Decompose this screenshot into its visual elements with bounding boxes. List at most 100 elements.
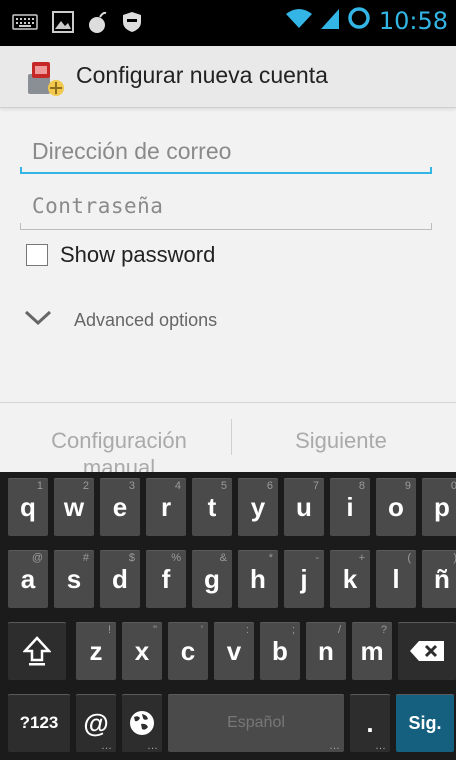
key-label: c xyxy=(180,635,196,666)
key-hint: $ xyxy=(128,552,135,564)
key-label: d xyxy=(112,563,128,594)
more-dots: … xyxy=(375,740,386,752)
clock: 10:58 xyxy=(378,6,448,35)
key-hint: / xyxy=(337,624,341,636)
keyboard-icon xyxy=(12,10,38,34)
key-label: f xyxy=(161,563,171,594)
key-hint: 0 xyxy=(450,480,456,492)
key-h[interactable]: h * xyxy=(238,550,278,608)
password-field[interactable]: Contraseña xyxy=(20,182,432,230)
shift-key[interactable] xyxy=(8,622,66,680)
key-m[interactable]: m? xyxy=(352,622,392,680)
key-label: v xyxy=(226,635,242,666)
key-q[interactable]: q1 xyxy=(8,478,48,536)
key-r[interactable]: r4 xyxy=(146,478,186,536)
key-g[interactable]: g & xyxy=(192,550,232,608)
key-k[interactable]: k + xyxy=(330,550,370,608)
key-hint: 5 xyxy=(220,480,227,492)
advanced-options-toggle[interactable]: Advanced options xyxy=(24,310,217,331)
notification-icons xyxy=(12,10,142,34)
key-t[interactable]: t5 xyxy=(192,478,232,536)
key-y[interactable]: y6 xyxy=(238,478,278,536)
key-label: s xyxy=(66,563,82,594)
key-a[interactable]: a @ xyxy=(8,550,48,608)
key-label: o xyxy=(388,491,404,522)
key-hint: - xyxy=(315,552,319,564)
status-bar: 10:58 xyxy=(0,0,456,46)
key-s[interactable]: s # xyxy=(54,550,94,608)
key-d[interactable]: d $ xyxy=(100,550,140,608)
key-v[interactable]: v: xyxy=(214,622,254,680)
key-label: j xyxy=(300,563,308,594)
key-label: p xyxy=(434,491,450,522)
at-key[interactable]: @… xyxy=(76,694,116,752)
password-underline xyxy=(20,223,432,230)
email-field[interactable]: Dirección de correo xyxy=(20,126,432,174)
key-label: y xyxy=(250,491,266,522)
key-label: r xyxy=(160,491,172,522)
show-password-row[interactable]: Show password xyxy=(26,242,215,268)
page-title: Configurar nueva cuenta xyxy=(76,62,328,88)
key-z[interactable]: z! xyxy=(76,622,116,680)
key-l[interactable]: l( xyxy=(376,550,416,608)
key-label: l xyxy=(392,563,400,594)
key-e[interactable]: e3 xyxy=(100,478,140,536)
key-i[interactable]: i8 xyxy=(330,478,370,536)
key-label: a xyxy=(20,563,36,594)
key-label: n xyxy=(318,635,334,666)
key-hint: 9 xyxy=(404,480,411,492)
symbols-key[interactable]: ?123 xyxy=(8,694,70,752)
key-label: t xyxy=(207,491,217,522)
key-label: ñ xyxy=(434,563,450,594)
key-label: x xyxy=(134,635,150,666)
key-hint: % xyxy=(171,552,181,564)
key-label: m xyxy=(360,635,384,666)
signal-icon xyxy=(320,7,339,34)
key-hint: 6 xyxy=(266,480,273,492)
key-c[interactable]: c ' xyxy=(168,622,208,680)
period-key[interactable]: .… xyxy=(350,694,390,752)
key-hint: 4 xyxy=(174,480,181,492)
key-b[interactable]: b; xyxy=(260,622,300,680)
key-j[interactable]: j- xyxy=(284,550,324,608)
next-button[interactable]: Siguiente xyxy=(234,427,448,454)
key-hint: : xyxy=(245,624,249,636)
key-label: h xyxy=(250,563,266,594)
advanced-options-label: Advanced options xyxy=(74,310,218,330)
next-action-key[interactable]: Sig. xyxy=(396,694,454,752)
image-icon xyxy=(52,10,74,34)
email-underline xyxy=(20,167,432,174)
key-o[interactable]: o9 xyxy=(376,478,416,536)
email-app-icon[interactable] xyxy=(22,54,66,98)
key-hint: 7 xyxy=(312,480,319,492)
globe-icon xyxy=(130,711,154,735)
key-u[interactable]: u7 xyxy=(284,478,324,536)
key-hint: 8 xyxy=(358,480,365,492)
language-key[interactable]: … xyxy=(122,694,162,752)
system-icons: 10:58 xyxy=(285,6,448,35)
wifi-icon xyxy=(285,6,313,35)
key-label: i xyxy=(346,491,354,522)
key-label: b xyxy=(272,635,288,666)
at-key-label: @ xyxy=(83,707,109,738)
key-hint: & xyxy=(219,552,227,564)
key-hint: @ xyxy=(31,552,43,564)
key-hint: ? xyxy=(380,624,387,636)
key-f[interactable]: f% xyxy=(146,550,186,608)
key-ñ[interactable]: ñ) xyxy=(422,550,456,608)
backspace-key[interactable] xyxy=(398,622,456,680)
space-key[interactable]: Español… xyxy=(168,694,344,752)
key-hint: * xyxy=(268,552,273,564)
password-placeholder: Contraseña xyxy=(32,194,164,218)
show-password-checkbox[interactable] xyxy=(26,244,48,266)
more-dots: … xyxy=(329,740,340,752)
key-label: e xyxy=(112,491,128,522)
key-p[interactable]: p0 xyxy=(422,478,456,536)
key-hint: ; xyxy=(291,624,295,636)
key-label: w xyxy=(63,491,85,522)
key-hint: ! xyxy=(107,624,111,636)
key-hint: 1 xyxy=(36,480,43,492)
key-n[interactable]: n / xyxy=(306,622,346,680)
key-w[interactable]: w2 xyxy=(54,478,94,536)
key-x[interactable]: x " xyxy=(122,622,162,680)
